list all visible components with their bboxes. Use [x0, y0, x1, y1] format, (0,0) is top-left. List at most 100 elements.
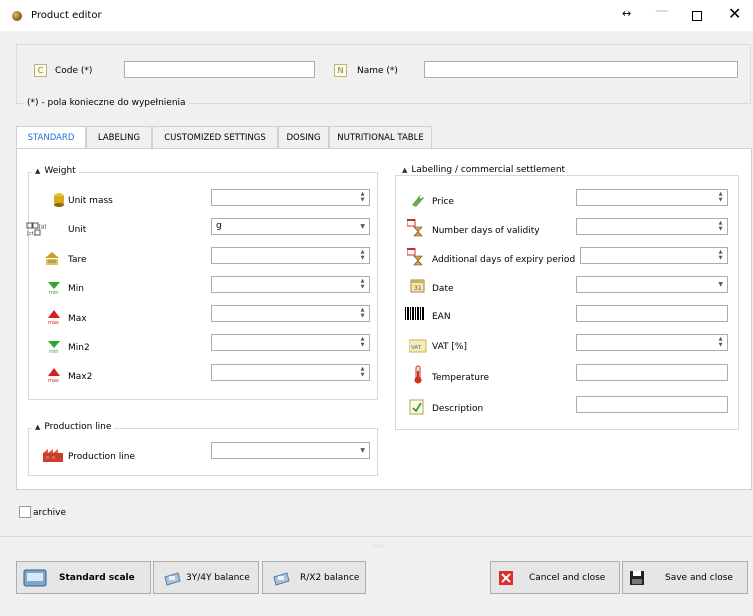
- required-note: (*) - pola konieczne do wypełnienia: [24, 98, 189, 108]
- factory-icon: [42, 447, 64, 463]
- balance-rx2-button[interactable]: R/X2 balance: [262, 561, 366, 594]
- temperature-input[interactable]: [576, 364, 728, 381]
- production-line-label: Production line: [68, 452, 135, 462]
- close-button[interactable]: ✕: [728, 4, 741, 23]
- name-label: Name (*): [357, 66, 398, 76]
- tare-icon: [44, 251, 60, 267]
- min2-arrow-icon: min: [46, 337, 62, 355]
- svg-text:31: 31: [414, 285, 422, 292]
- spin-icon: ▲ ▼: [360, 307, 365, 319]
- collapse-icon: ▲: [35, 423, 41, 431]
- description-label: Description: [432, 404, 484, 414]
- name-input[interactable]: [424, 61, 738, 78]
- unit-icon: [g] [ct]: [26, 221, 66, 237]
- spin-icon: ▲ ▼: [360, 191, 365, 203]
- tab-labeling[interactable]: LABELING: [86, 126, 152, 149]
- weight-group-title: ▲ Weight: [32, 166, 79, 176]
- code-icon: C: [34, 64, 47, 77]
- chevron-down-icon: ▼: [360, 447, 365, 454]
- standard-scale-button[interactable]: Standard scale: [16, 561, 151, 594]
- code-label: Code (*): [55, 66, 93, 76]
- app-icon: [12, 11, 22, 21]
- unit-mass-input[interactable]: ▲ ▼: [211, 189, 370, 206]
- spin-icon: ▲ ▼: [360, 249, 365, 261]
- collapse-icon: ▲: [402, 166, 408, 174]
- tab-standard[interactable]: STANDARD: [16, 126, 86, 150]
- max-input[interactable]: ▲ ▼: [211, 305, 370, 322]
- vat-icon: VAT: [408, 338, 427, 354]
- svg-text:max: max: [48, 378, 59, 382]
- labelling-group-title: ▲ Labelling / commercial settlement: [399, 165, 569, 175]
- production-line-select[interactable]: ▼: [211, 442, 370, 459]
- unit-select[interactable]: g ▼: [211, 218, 370, 235]
- cancel-and-close-button[interactable]: Cancel and close: [490, 561, 620, 594]
- min2-label: Min2: [68, 343, 90, 353]
- calendar-icon: 31: [410, 278, 426, 294]
- ean-input[interactable]: [576, 305, 728, 322]
- vat-input[interactable]: ▲ ▼: [576, 334, 728, 351]
- unit-label: Unit: [68, 225, 87, 235]
- min-label: Min: [68, 284, 84, 294]
- max2-arrow-icon: max: [46, 366, 62, 384]
- min-input[interactable]: ▲ ▼: [211, 276, 370, 293]
- tab-dosing[interactable]: DOSING: [278, 126, 329, 149]
- spin-icon: ▲ ▼: [360, 336, 365, 348]
- archive-label: archive: [33, 508, 67, 518]
- min-arrow-icon: min: [46, 278, 62, 296]
- price-input[interactable]: ▲ ▼: [576, 189, 728, 206]
- production-line-group-title: ▲ Production line: [32, 422, 115, 432]
- svg-text:min: min: [49, 290, 58, 294]
- chevron-down-icon: ▼: [718, 281, 723, 288]
- balance-icon: [271, 569, 291, 587]
- validity-days-input[interactable]: ▲ ▼: [576, 218, 728, 235]
- maximize-button[interactable]: [692, 11, 702, 21]
- vat-label: VAT [%]: [432, 342, 467, 352]
- splitter-grip[interactable]: :::::: [373, 543, 383, 550]
- date-select[interactable]: ▼: [576, 276, 728, 293]
- svg-text:VAT: VAT: [411, 345, 422, 351]
- description-input[interactable]: [576, 396, 728, 413]
- weight-icon: [51, 192, 67, 208]
- unit-mass-label: Unit mass: [68, 196, 113, 206]
- ean-label: EAN: [432, 312, 451, 322]
- spin-icon: ▲ ▼: [718, 191, 723, 203]
- price-label: Price: [432, 197, 454, 207]
- max2-label: Max2: [68, 372, 93, 382]
- spin-icon: ▲ ▼: [718, 249, 723, 261]
- labelling-group: [395, 175, 739, 430]
- additional-days-label: Additional days of expiry period: [432, 255, 576, 265]
- min2-input[interactable]: ▲ ▼: [211, 334, 370, 351]
- save-icon: [629, 570, 645, 586]
- cancel-icon: [499, 571, 513, 585]
- spin-icon: ▲ ▼: [718, 336, 723, 348]
- additional-days-input[interactable]: ▲ ▼: [580, 247, 728, 264]
- spin-icon: ▲ ▼: [718, 220, 723, 232]
- balance-icon: [162, 569, 182, 587]
- max2-input[interactable]: ▲ ▼: [211, 364, 370, 381]
- scale-icon: [23, 567, 47, 589]
- balance-3y4y-button[interactable]: 3Y/4Y balance: [153, 561, 259, 594]
- thermometer-icon: [410, 365, 426, 384]
- spin-icon: ▲ ▼: [360, 366, 365, 378]
- tab-customized-settings[interactable]: CUSTOMIZED SETTINGS: [152, 126, 278, 149]
- hourglass-calendar-icon: [406, 218, 423, 237]
- archive-checkbox[interactable]: [19, 506, 31, 518]
- validity-days-label: Number days of validity: [432, 226, 540, 236]
- chevron-down-icon: ▼: [360, 223, 365, 230]
- date-label: Date: [432, 284, 454, 294]
- svg-text:min: min: [49, 349, 58, 353]
- tare-input[interactable]: ▲ ▼: [211, 247, 370, 264]
- svg-text:[ct]: [ct]: [27, 231, 36, 237]
- svg-text:max: max: [48, 320, 59, 324]
- tab-nutritional-table[interactable]: NUTRITIONAL TABLE: [329, 126, 432, 149]
- svg-text:[g]: [g]: [39, 224, 46, 230]
- resize-icon[interactable]: ↔: [622, 7, 631, 20]
- code-input[interactable]: [124, 61, 315, 78]
- spin-icon: ▲ ▼: [360, 278, 365, 290]
- save-and-close-button[interactable]: Save and close: [622, 561, 748, 594]
- barcode-icon: [405, 307, 425, 320]
- minimize-button[interactable]: —: [655, 3, 669, 19]
- max-label: Max: [68, 314, 87, 324]
- max-arrow-icon: max: [46, 308, 62, 326]
- name-icon: N: [334, 64, 347, 77]
